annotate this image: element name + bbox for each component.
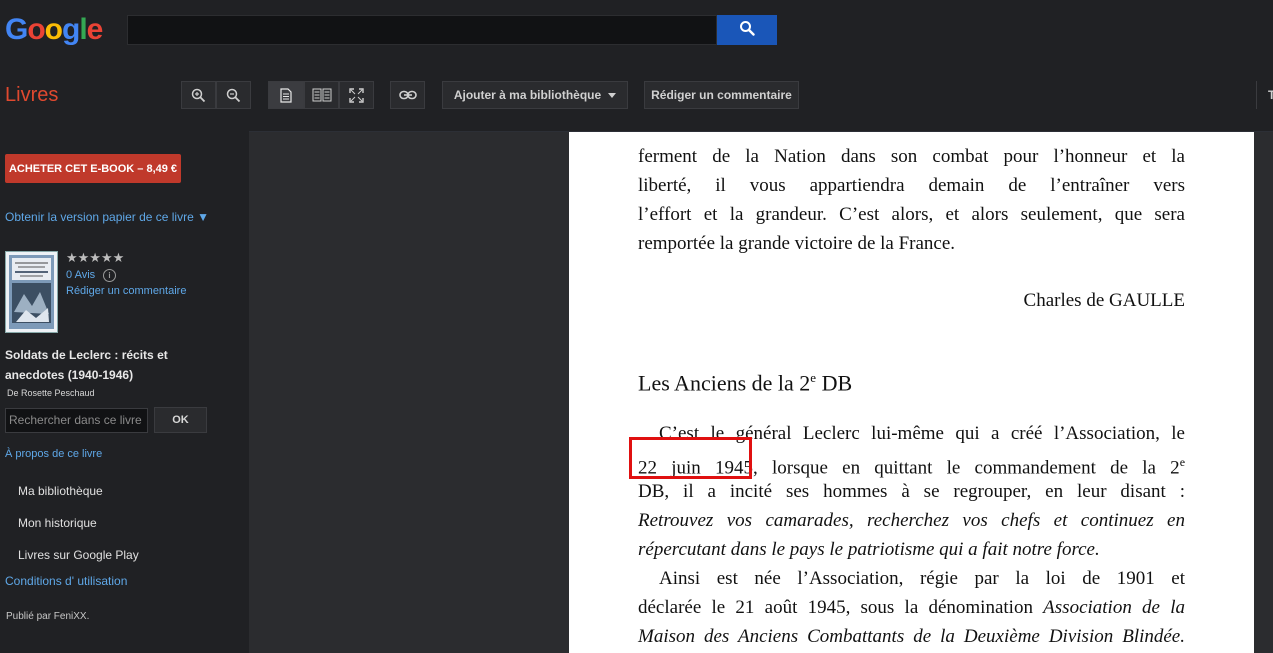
logo-letter: e <box>86 13 104 46</box>
book-author: De Rosette Peschaud <box>7 388 95 398</box>
text-line: Maison des Anciens Combattants de la Deu… <box>638 622 1185 651</box>
single-page-view-button[interactable] <box>268 81 304 109</box>
book-title: Soldats de Leclerc : récits et anecdotes… <box>5 348 168 382</box>
heading-tail: DB <box>816 370 853 396</box>
heading-text: Les Anciens de la 2 <box>638 370 811 396</box>
link-button[interactable] <box>390 81 425 109</box>
logo-letter: G <box>5 13 28 46</box>
single-page-icon <box>280 87 292 103</box>
text-superscript: e <box>1179 455 1186 469</box>
nav-google-play-books[interactable]: Livres sur Google Play <box>18 548 139 562</box>
write-review-link[interactable]: Rédiger un commentaire <box>66 285 186 297</box>
dropdown-arrow-icon <box>608 92 617 98</box>
italic-quote: répercutant dans le pays le patriotisme … <box>638 539 1100 560</box>
text-line: Retrouvez vos camarades, recherchez vos … <box>638 506 1185 535</box>
cut-off-text-line <box>638 126 1185 132</box>
publisher-credit: Publié par FeniXX. <box>6 611 90 622</box>
info-icon[interactable]: i <box>103 269 116 282</box>
buy-ebook-button[interactable]: ACHETER CET E-BOOK – 8,49 € <box>5 154 181 183</box>
italic-text: Association de la <box>1043 597 1185 618</box>
about-this-book-link[interactable]: À propos de ce livre <box>5 448 102 460</box>
section-heading: Les Anciens de la 2e DB <box>638 363 1185 398</box>
google-logo[interactable]: Google <box>5 13 104 47</box>
zoom-in-icon <box>191 88 206 103</box>
zoom-out-button[interactable] <box>216 81 251 109</box>
highlight-box <box>629 437 752 479</box>
books-brand-link[interactable]: Livres <box>5 84 58 107</box>
toolbar-overflow-item[interactable]: T <box>1256 81 1273 109</box>
italic-text: Maison des Anciens Combattants de la Deu… <box>638 626 1185 647</box>
text-line: ferment de la Nation dans son combat pou… <box>638 146 1185 167</box>
get-print-version-link[interactable]: Obtenir la version papier de ce livre ▼ <box>5 210 209 224</box>
zoom-out-icon <box>226 88 241 103</box>
link-icon <box>398 90 417 100</box>
text-line: liberté, il vous appartiendra demain de … <box>638 175 1185 196</box>
search-input[interactable] <box>127 15 717 45</box>
logo-letter: o <box>27 13 45 46</box>
reviews-count-link[interactable]: 0 Avis <box>66 269 95 281</box>
text-line: DB, il a incité ses hommes à se regroupe… <box>638 481 1185 502</box>
two-page-icon <box>312 88 332 102</box>
nav-my-history[interactable]: Mon historique <box>18 516 97 530</box>
search-in-book-input[interactable]: Rechercher dans ce livre <box>5 408 148 433</box>
logo-letter: g <box>62 13 80 46</box>
paragraph-quote: ferment de la Nation dans son combat pou… <box>638 142 1185 258</box>
text-line: déclarée le 21 août 1945, sous la dénomi… <box>638 593 1185 622</box>
text-span: déclarée le 21 août 1945, sous la dénomi… <box>638 597 1044 618</box>
text-line: remportée la grande victoire de la Franc… <box>638 233 956 254</box>
search-button[interactable] <box>717 15 777 45</box>
text-span: , lorsque en quittant le commandement de… <box>753 457 1180 479</box>
text-line: l’effort et la grandeur. C’est alors, et… <box>638 204 1185 225</box>
fullscreen-icon <box>349 87 364 103</box>
terms-of-use-link[interactable]: Conditions d' utilisation <box>5 574 127 588</box>
fullscreen-button[interactable] <box>339 81 374 109</box>
text-line: Ainsi est née l’Association, régie par l… <box>659 568 1185 589</box>
search-icon <box>739 20 755 41</box>
zoom-in-button[interactable] <box>181 81 216 109</box>
write-review-button[interactable]: Rédiger un commentaire <box>644 81 799 109</box>
logo-letter: o <box>44 13 63 46</box>
italic-quote: Retrouvez vos camarades, recherchez vos … <box>638 510 1185 531</box>
add-to-library-label: Ajouter à ma bibliothèque <box>453 88 602 102</box>
logo-letter: l <box>79 13 87 46</box>
nav-my-library[interactable]: Ma bibliothèque <box>18 484 103 498</box>
search-in-book-ok-button[interactable]: OK <box>154 407 207 433</box>
book-cover-image[interactable] <box>5 251 58 333</box>
text-line: répercutant dans le pays le patriotisme … <box>638 535 1185 564</box>
signature-line: Charles de GAULLE <box>1023 290 1185 311</box>
two-page-view-button[interactable] <box>304 81 339 109</box>
rating-stars: ★★★★★ <box>66 250 125 265</box>
book-page[interactable]: ferment de la Nation dans son combat pou… <box>569 132 1254 653</box>
add-to-library-button[interactable]: Ajouter à ma bibliothèque <box>442 81 628 109</box>
